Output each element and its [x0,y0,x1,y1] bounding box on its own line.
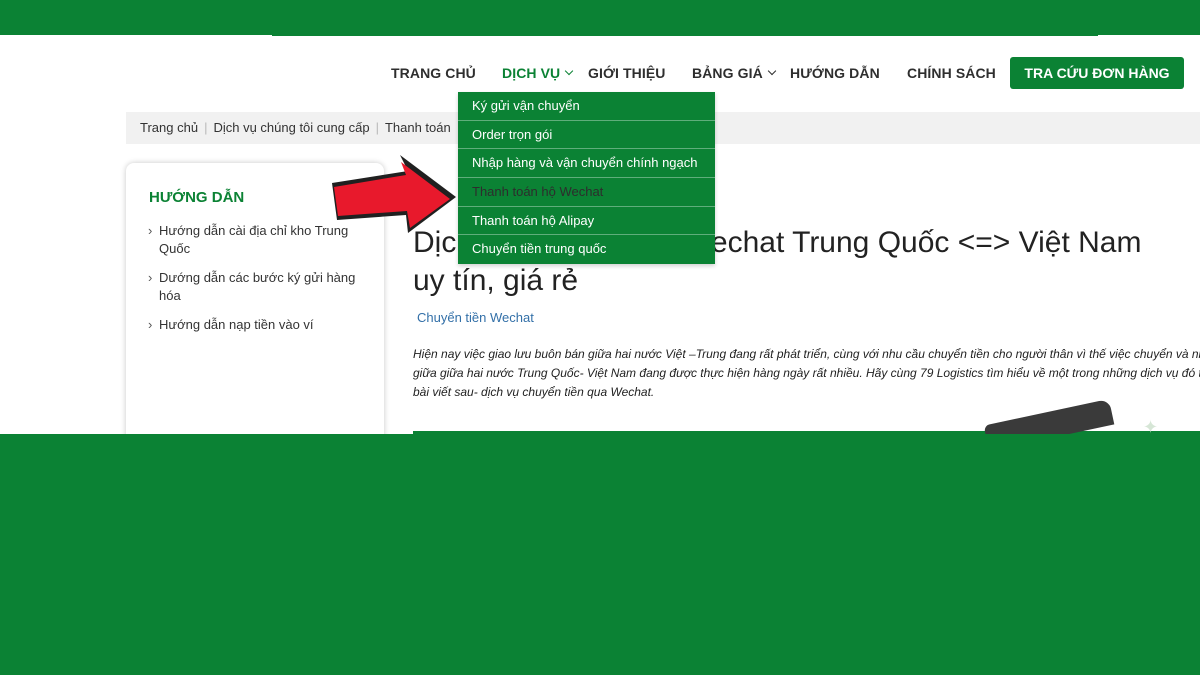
nav-bang-gia-label: BẢNG GIÁ [692,65,763,81]
sidebar-title: HƯỚNG DẪN [149,189,245,206]
top-band-center [272,0,1098,36]
dropdown-item-alipay-payment[interactable]: Thanh toán hộ Alipay [458,207,715,236]
breadcrumb: Trang chủ | Dịch vụ chúng tôi cung cấp | Tha… [140,112,451,144]
services-dropdown: Ký gửi vận chuyển Order trọn gói Nhập hà… [458,92,715,265]
nav-trang-chu[interactable]: TRANG CHỦ [391,60,476,86]
track-order-button[interactable]: TRA CỨU ĐƠN HÀNG [1010,57,1184,89]
sidebar-list: Hướng dẫn cài địa chỉ kho Trung Quốc Dướ… [148,222,368,345]
sidebar-item-consignment-steps[interactable]: Dướng dẫn các bước ký gửi hàng hóa [148,269,368,305]
sidebar-item-wallet-topup[interactable]: Hướng dẫn nạp tiền vào ví [148,316,368,334]
article-title-line-2: uy tín, giá rẻ [413,264,579,297]
hero-image-edge [413,431,1200,434]
sidebar-item-label: Hướng dẫn nạp tiền vào ví [159,317,314,332]
website-screenshot: TRANG CHỦ DỊCH VỤ GIỚI THIỆU BẢNG GIÁ HƯ… [0,0,1200,434]
dropdown-item-full-order[interactable]: Order trọn gói [458,121,715,150]
sidebar-item-label: Hướng dẫn cài địa chỉ kho Trung Quốc [159,223,349,256]
nav-chinh-sach[interactable]: CHÍNH SÁCH [907,60,996,86]
breadcrumb-separator: | [204,120,208,135]
dropdown-item-china-transfer[interactable]: Chuyển tiền trung quốc [458,235,715,264]
dropdown-item-consignment[interactable]: Ký gửi vận chuyển [458,92,715,121]
nav-bang-gia[interactable]: BẢNG GIÁ [692,60,777,86]
red-arrow-annotation [332,155,456,233]
sidebar-item-label: Dướng dẫn các bước ký gửi hàng hóa [159,270,356,303]
breadcrumb-home[interactable]: Trang chủ [140,120,198,135]
chevron-down-icon [767,66,777,76]
dropdown-item-wechat-payment[interactable]: Thanh toán hộ Wechat [458,178,715,207]
nav-dich-vu-label: DỊCH VỤ [502,65,561,81]
nav-huong-dan[interactable]: HƯỚNG DẪN [790,60,880,86]
nav-gioi-thieu[interactable]: GIỚI THIỆU [588,60,666,86]
article-lead: Hiện nay việc giao lưu buôn bán giữa hai… [413,347,1200,399]
top-band-right [1098,0,1200,35]
nav-dich-vu[interactable]: DỊCH VỤ [502,60,574,86]
breadcrumb-services[interactable]: Dịch vụ chúng tôi cung cấp [213,120,369,135]
breadcrumb-current[interactable]: Thanh toán [385,120,451,135]
breadcrumb-separator: | [375,120,379,135]
chevron-down-icon [565,66,574,76]
article-tag[interactable]: Chuyển tiền Wechat [417,310,534,325]
sparkle-icon: ✦ [1143,417,1159,434]
dropdown-item-official-import[interactable]: Nhập hàng và vận chuyển chính ngạch [458,149,715,179]
top-band-left [0,0,272,35]
